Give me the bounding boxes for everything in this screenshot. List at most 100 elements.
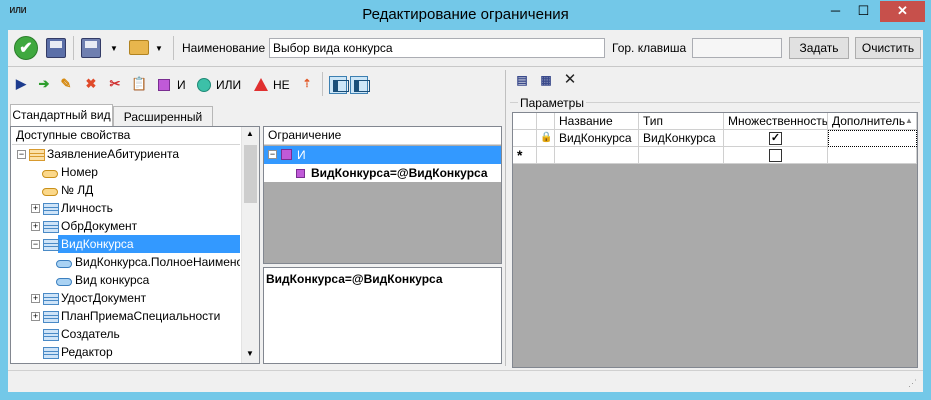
- cut-icon[interactable]: ✂: [107, 76, 123, 92]
- set-hotkey-button[interactable]: Задать: [789, 37, 849, 59]
- toolbar-separator: [73, 36, 74, 60]
- maximize-button[interactable]: ☐: [850, 1, 877, 22]
- entity-icon: [43, 203, 59, 215]
- edit-pencil-icon[interactable]: ✎: [58, 76, 74, 92]
- clear-hotkey-button[interactable]: Очистить: [855, 37, 921, 59]
- add-param-icon[interactable]: ▤: [514, 72, 530, 88]
- grid-corner: [513, 113, 537, 130]
- property-icon: [56, 278, 72, 286]
- entity-icon: [43, 293, 59, 305]
- multiplicity-checkbox-checked[interactable]: ✓: [769, 132, 782, 145]
- floppy-icon: [46, 38, 66, 58]
- constraint-root-label[interactable]: И: [297, 146, 306, 164]
- tree-item[interactable]: ЗаявлениеАбитуриента: [47, 145, 179, 163]
- new-row-cell[interactable]: [555, 147, 639, 164]
- entity-icon: [29, 149, 45, 161]
- close-button[interactable]: ✕: [880, 1, 925, 22]
- constraint-condition[interactable]: ВидКонкурса=@ВидКонкурса: [311, 164, 488, 182]
- tree-item[interactable]: Вид конкурса: [75, 271, 149, 289]
- expand-icon[interactable]: +: [31, 312, 40, 321]
- scroll-down-icon[interactable]: ▼: [246, 349, 254, 358]
- column-header-name[interactable]: Название: [555, 113, 639, 130]
- entity-icon: [43, 329, 59, 341]
- column-header-extra[interactable]: Дополнитель: [828, 113, 917, 130]
- collapse-icon[interactable]: −: [31, 240, 40, 249]
- status-divider: [8, 370, 923, 371]
- tree-item[interactable]: № ЛД: [61, 181, 93, 199]
- collapse-icon[interactable]: −: [17, 150, 26, 159]
- and-square-icon[interactable]: [158, 79, 170, 91]
- expand-icon[interactable]: +: [31, 222, 40, 231]
- tree-item[interactable]: Редактор: [61, 343, 113, 361]
- window-title: Редактирование ограничения: [362, 6, 569, 23]
- entity-icon: [43, 239, 59, 251]
- ok-button[interactable]: ✔: [14, 36, 38, 60]
- tree-item[interactable]: Создатель: [61, 325, 120, 343]
- property-icon: [56, 260, 72, 268]
- add-arrow-icon[interactable]: ➔: [36, 76, 52, 92]
- cell-name[interactable]: ВидКонкурса: [555, 130, 639, 147]
- tree-item[interactable]: ВидКонкурса.ПолноеНаименова: [75, 253, 240, 271]
- sort-arrow-icon: ▲: [905, 116, 913, 125]
- not-label[interactable]: НЕ: [273, 78, 290, 92]
- save-as-button[interactable]: [81, 38, 101, 58]
- or-label[interactable]: ИЛИ: [216, 78, 241, 92]
- new-row-cell[interactable]: [537, 147, 555, 164]
- toolbar-divider: [8, 66, 923, 67]
- delete-param-icon[interactable]: ✕: [562, 72, 578, 88]
- hotkey-input[interactable]: [692, 38, 782, 58]
- tab-standard-view[interactable]: Стандартный вид: [10, 104, 113, 127]
- tree-item[interactable]: ОбрДокумент: [61, 217, 137, 235]
- delete-icon[interactable]: ✖: [83, 76, 99, 92]
- properties-scrollbar[interactable]: ▲ ▼: [241, 127, 259, 363]
- new-row-cell[interactable]: [828, 147, 917, 164]
- column-header-multiplicity[interactable]: Множественность: [724, 113, 828, 130]
- sort-up-icon[interactable]: ⇡: [299, 76, 315, 92]
- entity-icon: [43, 311, 59, 323]
- minimize-button[interactable]: ─: [822, 1, 849, 22]
- entity-icon: [43, 347, 59, 359]
- not-triangle-icon[interactable]: [254, 78, 268, 91]
- scroll-up-icon[interactable]: ▲: [246, 129, 254, 138]
- constraint-header: Ограничение: [264, 127, 501, 145]
- column-header-type[interactable]: Тип: [639, 113, 724, 130]
- parameters-label: Параметры: [518, 96, 586, 110]
- expand-icon[interactable]: +: [31, 294, 40, 303]
- layout-horizontal-button[interactable]: [329, 76, 349, 94]
- open-dropdown-icon[interactable]: ▼: [155, 44, 163, 53]
- folder-icon: [129, 40, 149, 55]
- save-button[interactable]: [46, 38, 66, 58]
- open-button[interactable]: [129, 40, 149, 55]
- multiplicity-checkbox-empty[interactable]: [769, 149, 782, 162]
- tree-item[interactable]: Личность: [61, 199, 113, 217]
- run-arrow-icon[interactable]: ▶: [13, 76, 29, 92]
- edit-param-icon[interactable]: ▦: [538, 72, 554, 88]
- save-dropdown-icon[interactable]: ▼: [110, 44, 118, 53]
- lock-icon: 🔒: [537, 130, 555, 147]
- and-label[interactable]: И: [177, 78, 186, 92]
- or-circle-icon[interactable]: [197, 78, 211, 92]
- paste-icon[interactable]: 📋: [131, 76, 147, 92]
- toolbar-separator: [173, 36, 174, 60]
- new-row-marker[interactable]: *: [513, 147, 537, 164]
- tree-item[interactable]: УдостДокумент: [61, 289, 146, 307]
- properties-header: Доступные свойства: [12, 127, 240, 145]
- cell-extra[interactable]: [828, 130, 917, 147]
- property-icon: [42, 188, 58, 196]
- condition-icon: [296, 169, 305, 178]
- expand-icon[interactable]: +: [31, 204, 40, 213]
- tree-item[interactable]: ПланПриемаСпециальности: [61, 307, 220, 325]
- vertical-splitter[interactable]: [505, 70, 506, 366]
- tree-item-selected[interactable]: ВидКонкурса: [61, 235, 134, 253]
- resize-grip-icon[interactable]: ⋰: [908, 378, 917, 389]
- tree-item[interactable]: Номер: [61, 163, 98, 181]
- layout-vertical-button[interactable]: [350, 76, 370, 94]
- tab-extended-view[interactable]: Расширенный вид: [113, 106, 213, 144]
- collapse-icon[interactable]: −: [268, 150, 277, 159]
- name-input[interactable]: Выбор вида конкурса: [269, 38, 605, 58]
- property-icon: [42, 170, 58, 178]
- new-row-cell[interactable]: [639, 147, 724, 164]
- scroll-thumb[interactable]: [244, 145, 257, 203]
- cell-type[interactable]: ВидКонкурса: [639, 130, 724, 147]
- row-header[interactable]: [513, 130, 537, 147]
